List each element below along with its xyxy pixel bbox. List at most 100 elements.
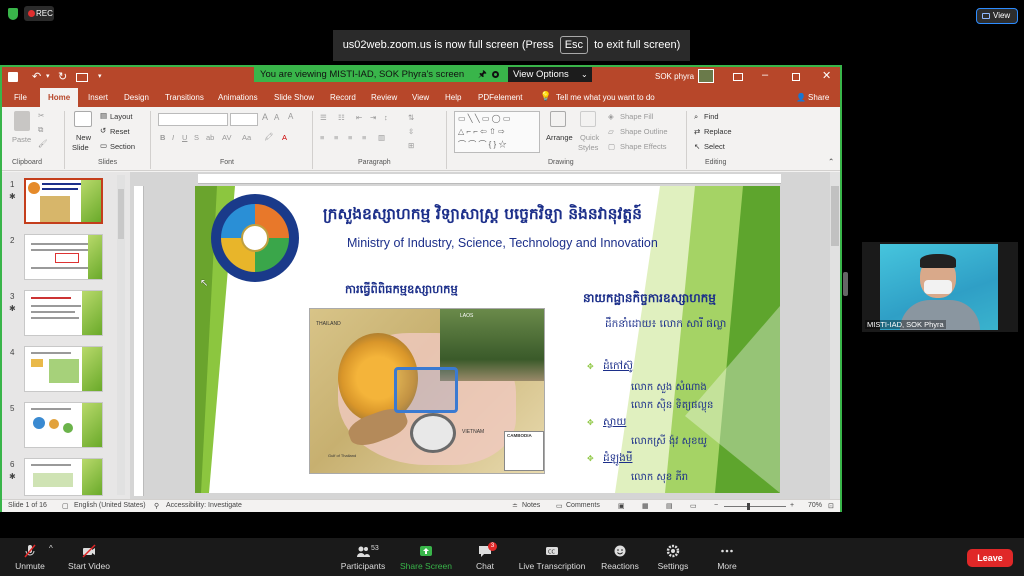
tab-pdfelement[interactable]: PDFelement — [478, 93, 522, 102]
slide-thumbnail-2[interactable] — [24, 234, 103, 280]
quick-styles-label[interactable]: Quick — [580, 133, 599, 142]
tab-transitions[interactable]: Transitions — [165, 93, 204, 102]
tab-animations[interactable]: Animations — [218, 93, 258, 102]
audio-options-chevron-icon[interactable]: ^ — [49, 544, 53, 553]
highlight-icon[interactable]: 🖍 — [264, 132, 274, 141]
align-center-icon[interactable]: ≡ — [334, 133, 338, 142]
comments-button[interactable]: Comments — [566, 502, 600, 509]
reading-view-icon[interactable]: ▤ — [666, 502, 673, 510]
shapes-gallery[interactable]: ▭ ╲ ╲ ▭ ◯ ▭ △ ⌐ ⌐ ⇦ ⇧ ⇨ ⌒ ⌒ ⌒ { } ☆ — [454, 111, 540, 153]
language-status[interactable]: English (United States) — [74, 502, 146, 509]
leave-button[interactable]: Leave — [967, 549, 1013, 567]
paste-icon[interactable] — [14, 111, 30, 131]
slideshow-view-icon[interactable]: ▭ — [690, 502, 697, 510]
char-spacing-icon[interactable]: AV — [222, 133, 231, 142]
normal-view-icon[interactable]: ▣ — [618, 502, 625, 510]
columns-icon[interactable]: ▥ — [378, 133, 385, 142]
settings-button[interactable]: Settings — [654, 538, 692, 571]
smartart-icon[interactable]: ⊞ — [408, 141, 414, 150]
copy-icon[interactable]: ⧉ — [38, 125, 43, 135]
new-slide-icon[interactable] — [74, 111, 92, 127]
new-slide-label[interactable]: New — [76, 133, 91, 142]
ribbon-display-options-icon[interactable] — [733, 73, 743, 81]
editor-scrollbar[interactable] — [830, 172, 840, 499]
decrease-font-icon[interactable]: A — [274, 113, 279, 122]
tab-file[interactable]: File — [14, 93, 27, 102]
shape-effects-button[interactable]: Shape Effects — [620, 142, 667, 151]
align-right-icon[interactable]: ≡ — [348, 133, 352, 142]
text-direction-icon[interactable]: ⇅ — [408, 113, 414, 122]
tab-design[interactable]: Design — [124, 93, 149, 102]
thumbnails-scrollbar[interactable] — [117, 175, 125, 495]
view-options-menu[interactable]: View Options ⌄ — [508, 67, 592, 82]
arrange-icon[interactable] — [550, 111, 566, 127]
paste-label[interactable]: Paste — [12, 135, 31, 144]
arrange-button[interactable]: Arrange — [546, 133, 573, 142]
zoom-in-icon[interactable]: + — [790, 502, 794, 509]
tab-record[interactable]: Record — [330, 93, 356, 102]
zoom-slider[interactable] — [724, 506, 786, 507]
line-spacing-icon[interactable]: ↕ — [384, 113, 388, 122]
tab-home[interactable]: Home — [40, 88, 79, 107]
shadow-icon[interactable]: S — [194, 133, 199, 142]
justify-icon[interactable]: ≡ — [362, 133, 366, 142]
slide-thumbnail-6[interactable] — [24, 458, 103, 496]
share-screen-button[interactable]: Share Screen — [398, 538, 454, 571]
live-transcription-button[interactable]: CC Live Transcription — [516, 538, 588, 571]
start-video-button[interactable]: Start Video — [66, 538, 112, 571]
new-slide-label-2[interactable]: Slide — [72, 143, 89, 152]
quick-styles-icon[interactable] — [580, 111, 596, 127]
notes-button[interactable]: Notes — [522, 502, 540, 509]
zoom-slider-handle[interactable] — [747, 503, 750, 510]
view-button[interactable]: View — [976, 8, 1018, 24]
account-avatar[interactable] — [698, 69, 714, 83]
quick-styles-label-2[interactable]: Styles — [578, 143, 598, 152]
participant-video[interactable]: MISTI-IAD, SOK Phyra — [862, 242, 1018, 332]
zoom-level[interactable]: 70% — [808, 502, 822, 509]
layout-button[interactable]: Layout — [110, 112, 133, 121]
replace-button[interactable]: Replace — [704, 127, 732, 136]
more-button[interactable]: More — [710, 538, 744, 571]
cut-icon[interactable]: ✂ — [38, 111, 44, 120]
bullets-icon[interactable]: ☰ — [320, 113, 327, 122]
font-size-select[interactable] — [230, 113, 258, 126]
undo-icon[interactable]: ↶ — [32, 70, 41, 83]
account-name[interactable]: SOK phyra — [655, 72, 694, 81]
increase-indent-icon[interactable]: ⇥ — [370, 113, 376, 122]
customize-toolbar-icon[interactable]: ▾ — [98, 72, 102, 80]
slide-thumbnail-5[interactable] — [24, 402, 103, 448]
accessibility-status[interactable]: Accessibility: Investigate — [166, 502, 242, 509]
close-icon[interactable]: ✕ — [822, 69, 831, 82]
bold-icon[interactable]: B — [160, 133, 165, 142]
reactions-button[interactable]: Reactions — [600, 538, 640, 571]
change-case-icon[interactable]: Aa — [242, 133, 251, 142]
security-shield-icon[interactable] — [8, 8, 18, 20]
undo-dropdown-icon[interactable]: ▾ — [46, 72, 50, 80]
italic-icon[interactable]: I — [172, 133, 174, 142]
redo-icon[interactable]: ↻ — [58, 70, 67, 83]
slide-canvas[interactable]: ក្រសួងឧស្សាហកម្ម វិទ្យាសាស្ត្រ បច្ចេកវិទ… — [195, 186, 780, 493]
slide-thumbnail-3[interactable] — [24, 290, 103, 336]
section-button[interactable]: Section — [110, 142, 135, 151]
spellcheck-icon[interactable]: ▢ — [62, 502, 69, 510]
underline-icon[interactable]: U — [182, 133, 187, 142]
tab-view[interactable]: View — [412, 93, 429, 102]
collapse-ribbon-icon[interactable]: ⌃ — [828, 157, 834, 166]
tab-slideshow[interactable]: Slide Show — [274, 93, 314, 102]
strikethrough-icon[interactable]: ab — [206, 133, 214, 142]
shape-fill-button[interactable]: Shape Fill — [620, 112, 653, 121]
find-button[interactable]: Find — [704, 112, 719, 121]
font-color-icon[interactable]: A — [282, 133, 287, 142]
slide-thumbnail-4[interactable] — [24, 346, 103, 392]
align-text-icon[interactable]: ⇳ — [408, 127, 414, 136]
tab-review[interactable]: Review — [371, 93, 397, 102]
start-slideshow-icon[interactable] — [76, 73, 88, 82]
tell-me-search[interactable]: Tell me what you want to do — [556, 93, 655, 102]
video-panel-resize-handle[interactable] — [843, 272, 848, 296]
save-icon[interactable] — [8, 72, 18, 82]
increase-font-icon[interactable]: A — [262, 112, 268, 122]
align-left-icon[interactable]: ≡ — [320, 133, 324, 142]
numbering-icon[interactable]: ☷ — [338, 113, 345, 122]
minimize-icon[interactable]: – — [762, 69, 768, 81]
font-family-select[interactable] — [158, 113, 228, 126]
